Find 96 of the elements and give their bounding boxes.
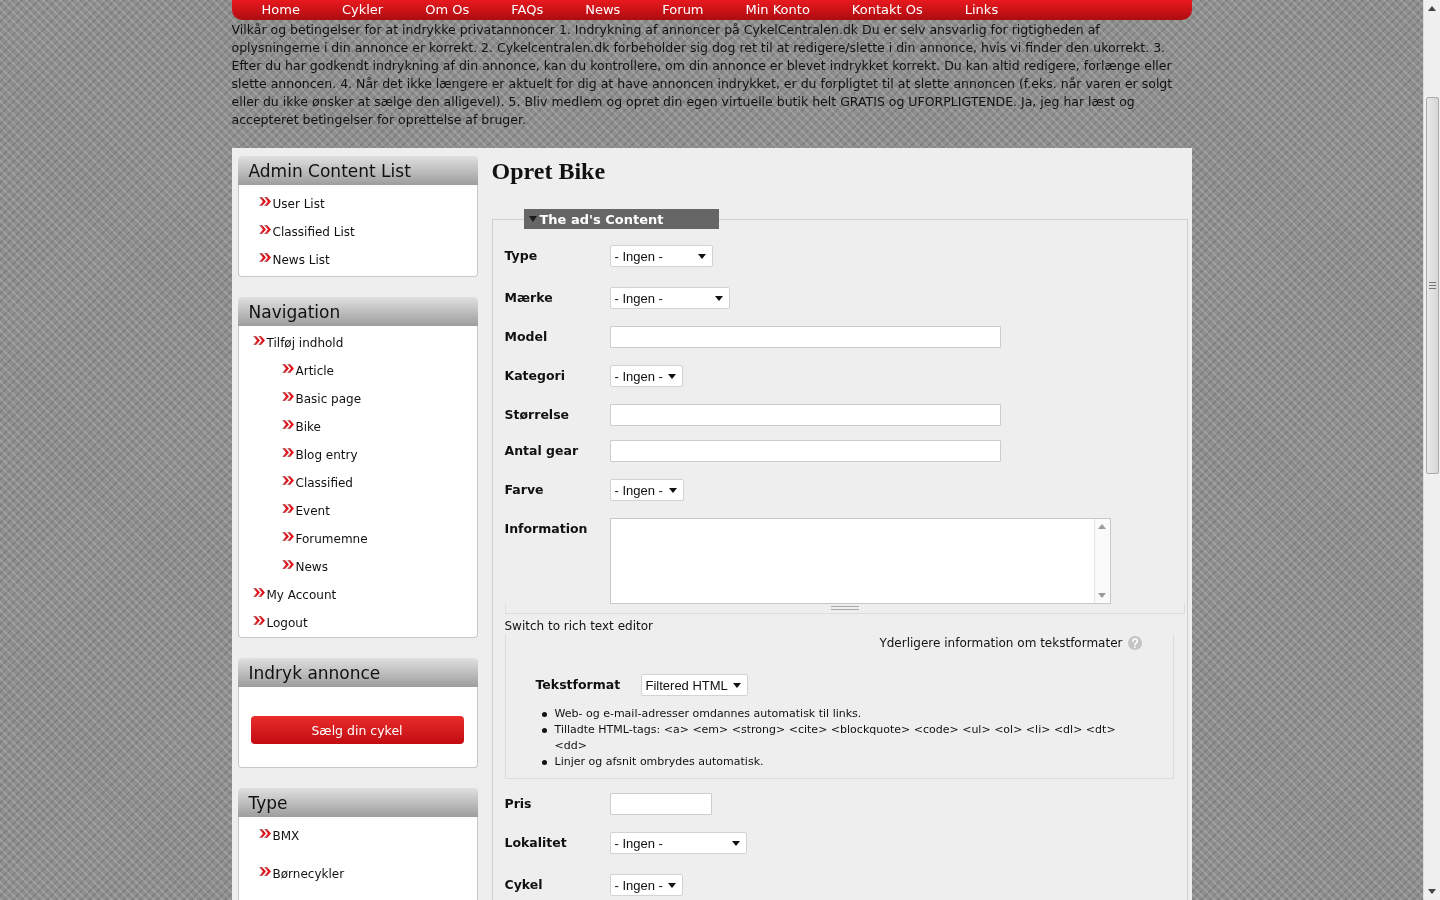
field-label: Lokalitet xyxy=(504,836,567,850)
double-chevron-icon xyxy=(258,197,272,206)
double-chevron-icon xyxy=(281,560,295,569)
text-input[interactable] xyxy=(609,326,1001,348)
sidebar-link[interactable]: Basic page xyxy=(281,391,362,407)
double-chevron-icon xyxy=(252,616,266,625)
nav-link[interactable]: Om Os xyxy=(425,1,470,19)
format-tip: Linjer og afsnit ombrydes automatisk. xyxy=(554,754,764,770)
block-header: Type xyxy=(237,788,478,817)
sidebar-link[interactable]: Forumemne xyxy=(281,531,368,547)
sidebar-link[interactable]: News xyxy=(281,559,328,575)
nav-link[interactable]: Forum xyxy=(662,1,704,19)
field-label: Antal gear xyxy=(504,444,579,458)
double-chevron-icon xyxy=(281,392,295,401)
double-chevron-icon xyxy=(258,225,272,234)
sidebar-link[interactable]: Blog entry xyxy=(281,447,358,463)
caret-icon xyxy=(697,253,706,259)
dropdown[interactable]: - Ingen - xyxy=(609,832,747,854)
sidebar-link[interactable]: Event xyxy=(281,503,330,519)
dropdown[interactable]: - Ingen - xyxy=(609,479,684,501)
caret-icon xyxy=(667,373,676,379)
bullet-icon xyxy=(541,728,547,733)
sidebar-link[interactable]: Article xyxy=(281,363,334,379)
double-chevron-icon xyxy=(281,364,295,373)
textarea-field[interactable] xyxy=(609,518,1111,604)
sidebar-link[interactable]: User List xyxy=(258,196,325,212)
editor-toggle-link[interactable]: Switch to rich text editor xyxy=(504,618,653,634)
field-label: Mærke xyxy=(504,291,553,305)
scrollbar-thumb[interactable] xyxy=(1425,97,1439,474)
help-link[interactable]: Yderligere information om tekstformater xyxy=(879,635,1142,651)
sidebar-link[interactable]: Bike xyxy=(281,419,321,435)
grip-icon xyxy=(1428,282,1436,289)
sidebar-link[interactable]: BMX xyxy=(258,828,300,844)
scrollbar[interactable] xyxy=(1423,0,1440,900)
format-tip: Web- og e-mail-adresser omdannes automatisk til links. xyxy=(554,706,862,722)
field-label: Information xyxy=(504,522,588,536)
bullet-icon xyxy=(541,760,547,765)
caret-icon xyxy=(667,882,676,888)
field-label: Tekstformat xyxy=(535,678,621,692)
caret-icon xyxy=(668,487,677,493)
double-chevron-icon xyxy=(281,504,295,513)
block-header: Indryk annonce xyxy=(237,658,478,687)
page-title: Opret Bike xyxy=(491,157,606,186)
format-tip: Tilladte HTML-tags: <a> <em> <strong> <cite> <blockquote> <code> <ul> <ol> <li> <dl> <dt> <dd> xyxy=(554,722,1117,754)
text-input[interactable] xyxy=(609,440,1001,462)
dropdown[interactable]: - Ingen - xyxy=(609,287,730,309)
sidebar-link[interactable]: Classified xyxy=(281,475,353,491)
double-chevron-icon xyxy=(281,420,295,429)
grip-icon[interactable] xyxy=(830,606,859,610)
nav-link[interactable]: Links xyxy=(964,1,999,19)
field-label: Farve xyxy=(504,483,544,497)
double-chevron-icon xyxy=(281,532,295,541)
block-header: Admin Content List xyxy=(237,156,478,185)
double-chevron-icon xyxy=(252,336,266,345)
text-input[interactable] xyxy=(609,793,712,815)
nav-link[interactable]: Home xyxy=(261,1,300,19)
double-chevron-icon xyxy=(252,588,266,597)
dropdown[interactable]: - Ingen - xyxy=(609,874,683,896)
dropdown[interactable]: - Ingen - xyxy=(609,245,713,267)
help-icon xyxy=(1127,636,1142,650)
bullet-icon xyxy=(541,712,547,717)
nav-link[interactable]: Cykler xyxy=(341,1,384,19)
section-legend[interactable]: The ad's Content xyxy=(523,209,719,229)
dropdown[interactable]: - Ingen - xyxy=(609,365,683,387)
sidebar-link[interactable]: Tilføj indhold xyxy=(252,335,344,351)
text-input[interactable] xyxy=(609,404,1001,426)
double-chevron-icon xyxy=(258,867,272,876)
field-label: Cykel xyxy=(504,878,543,892)
field-label: Type xyxy=(504,249,538,263)
sidebar-link[interactable]: Classified List xyxy=(258,224,355,240)
down-arrow-icon[interactable] xyxy=(1428,889,1436,894)
sell-button[interactable]: Sælg din cykel xyxy=(250,716,464,744)
caret-icon xyxy=(731,840,740,846)
block-header: Navigation xyxy=(237,297,478,326)
sidebar-link[interactable]: News List xyxy=(258,252,330,268)
caret-icon xyxy=(732,682,741,688)
nav-link[interactable]: Min Konto xyxy=(745,1,810,19)
sidebar-link[interactable]: Logout xyxy=(252,615,308,631)
nav-link[interactable]: Kontakt Os xyxy=(851,1,923,19)
field-label: Kategori xyxy=(504,369,566,383)
field-label: Model xyxy=(504,330,548,344)
terms-text: Vilkår og betingelser for at indrykke privatannoncer 1. Indrykning af annoncer på CykelCentralen.dk Du er selv ansvarlig for rigtigheden af oplysningerne i din annonce er korrekt. 2. Cykelcentralen.dk forbeholder sig dog ret til at redigere/slette i din annonce, hvis vi finder den ukorrekt. 3. Efter du har godkendt indrykning af din annonce, kan du kontrollere, om din annonce er blevet indrykket korrekt. Du kan altid redigere, forlænge eller slette annoncen. 4. Når det ikke længere er aktuelt for dig at have annoncen indrykket, er du forpligtet til at slette annoncen (f.eks. når varen er solgt eller du ikke ønsker at sælge den alligevel). 5. Bliv medlem og opret din egen virtuelle butik helt GRATIS og UFORPLIGTENDE. Ja, jeg har læst og accepteret betingelser for oprettelse af bruger. xyxy=(231,21,1174,129)
sidebar-link[interactable]: My Account xyxy=(252,587,337,603)
double-chevron-icon xyxy=(258,829,272,838)
nav-link[interactable]: News xyxy=(585,1,621,19)
double-chevron-icon xyxy=(258,253,272,262)
field-label: Størrelse xyxy=(504,408,570,422)
caret-icon xyxy=(714,295,723,301)
double-chevron-icon xyxy=(281,476,295,485)
sidebar-link[interactable]: Børnecykler xyxy=(258,866,345,882)
up-arrow-icon[interactable] xyxy=(1428,6,1436,11)
double-chevron-icon xyxy=(281,448,295,457)
field-label: Pris xyxy=(504,797,532,811)
nav-link[interactable]: FAQs xyxy=(511,1,544,19)
dropdown[interactable]: Filtered HTML xyxy=(640,674,748,696)
resize-handle[interactable] xyxy=(504,604,1185,614)
